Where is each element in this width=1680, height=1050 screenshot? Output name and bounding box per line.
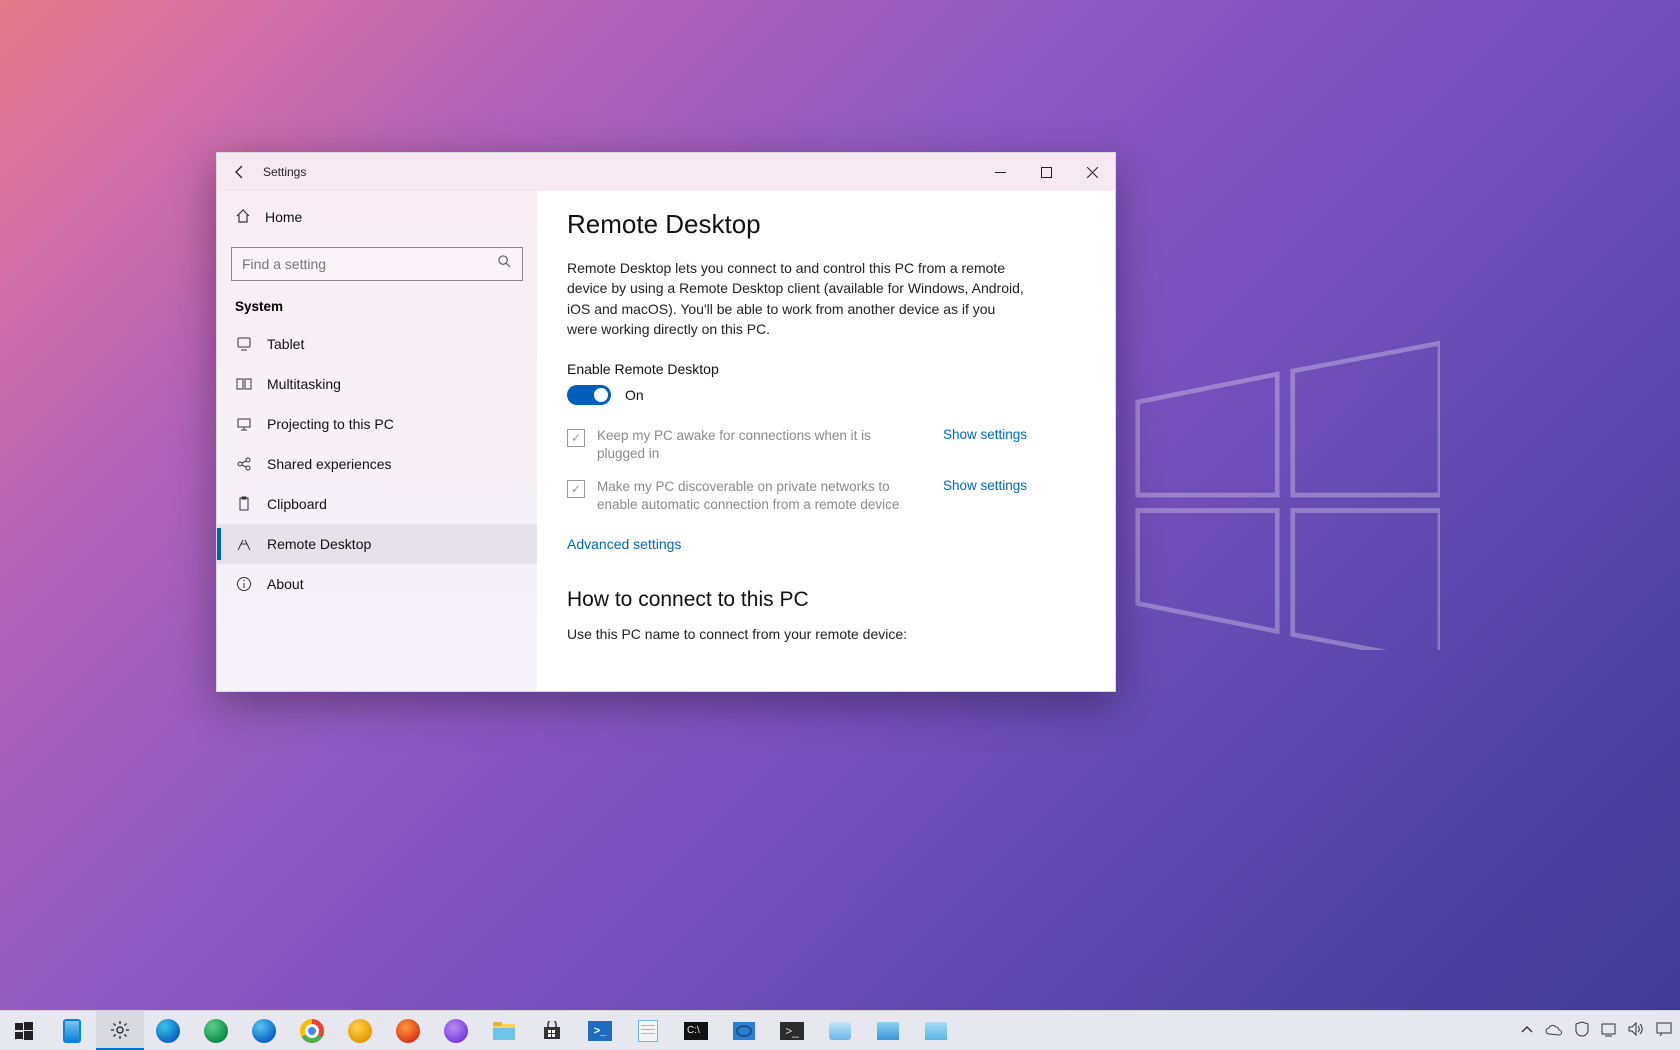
sidebar-item-projecting[interactable]: Projecting to this PC xyxy=(217,404,537,444)
toggle-field-label: Enable Remote Desktop xyxy=(567,361,1085,377)
settings-window: Settings Home xyxy=(216,152,1116,692)
tray-onedrive-icon[interactable] xyxy=(1545,1023,1563,1039)
window-title: Settings xyxy=(263,165,306,179)
keep-awake-checkbox[interactable]: ✓ xyxy=(567,429,585,447)
page-description: Remote Desktop lets you connect to and c… xyxy=(567,258,1027,339)
taskbar-firefox-nightly[interactable] xyxy=(432,1011,480,1050)
tray-chevron-up-icon[interactable] xyxy=(1521,1023,1533,1039)
tray-updates-icon[interactable] xyxy=(1601,1022,1616,1040)
about-icon xyxy=(235,576,253,592)
taskbar-edge-dev[interactable] xyxy=(192,1011,240,1050)
taskbar-store[interactable] xyxy=(528,1011,576,1050)
sidebar-item-multitasking[interactable]: Multitasking xyxy=(217,364,537,404)
sidebar-item-label: Shared experiences xyxy=(267,456,392,472)
taskbar-file-explorer[interactable] xyxy=(480,1011,528,1050)
taskbar-chrome[interactable] xyxy=(288,1011,336,1050)
sidebar-item-remote-desktop[interactable]: Remote Desktop xyxy=(217,524,537,564)
taskbar-chrome-canary[interactable] xyxy=(336,1011,384,1050)
sidebar-item-label: Clipboard xyxy=(267,496,327,512)
advanced-settings-link[interactable]: Advanced settings xyxy=(567,536,681,552)
tray-action-center-icon[interactable] xyxy=(1656,1022,1672,1039)
how-to-connect-text: Use this PC name to connect from your re… xyxy=(567,626,1085,642)
content-pane: Remote Desktop Remote Desktop lets you c… xyxy=(537,191,1115,691)
clipboard-icon xyxy=(235,496,253,512)
search-icon xyxy=(497,254,512,274)
taskbar-app-generic-3[interactable] xyxy=(912,1011,960,1050)
toggle-state-label: On xyxy=(625,387,644,403)
taskbar-edge-canary[interactable] xyxy=(240,1011,288,1050)
how-to-connect-header: How to connect to this PC xyxy=(567,588,1085,612)
taskbar-powershell[interactable]: >_ xyxy=(576,1011,624,1050)
page-title: Remote Desktop xyxy=(567,209,1085,240)
keep-awake-label: Keep my PC awake for connections when it… xyxy=(597,427,919,463)
sidebar: Home System Tablet Multitasking Projecti… xyxy=(217,191,537,691)
projecting-icon xyxy=(235,416,253,432)
sidebar-item-shared[interactable]: Shared experiences xyxy=(217,444,537,484)
sidebar-item-label: Tablet xyxy=(267,336,304,352)
sidebar-item-about[interactable]: About xyxy=(217,564,537,604)
taskbar-app-generic-2[interactable] xyxy=(864,1011,912,1050)
taskbar-photos[interactable] xyxy=(720,1011,768,1050)
taskbar-firefox[interactable] xyxy=(384,1011,432,1050)
taskbar-edge[interactable] xyxy=(144,1011,192,1050)
system-tray xyxy=(1521,1011,1680,1050)
sidebar-home-label: Home xyxy=(265,209,302,225)
maximize-button[interactable] xyxy=(1023,153,1069,191)
tablet-icon xyxy=(235,336,253,352)
keep-awake-show-settings-link[interactable]: Show settings xyxy=(943,427,1027,442)
titlebar[interactable]: Settings xyxy=(217,153,1115,191)
sidebar-home[interactable]: Home xyxy=(217,197,537,237)
close-button[interactable] xyxy=(1069,153,1115,191)
taskbar-settings[interactable] xyxy=(96,1011,144,1050)
taskbar-cortana[interactable] xyxy=(48,1011,96,1050)
taskbar-cmd[interactable]: C:\ xyxy=(672,1011,720,1050)
multitasking-icon xyxy=(235,376,253,392)
tray-defender-icon[interactable] xyxy=(1575,1021,1589,1040)
sidebar-item-label: About xyxy=(267,576,304,592)
enable-remote-desktop-toggle[interactable] xyxy=(567,385,611,405)
taskbar: >_ C:\ >_ xyxy=(0,1010,1680,1050)
discoverable-show-settings-link[interactable]: Show settings xyxy=(943,478,1027,493)
minimize-button[interactable] xyxy=(977,153,1023,191)
back-button[interactable] xyxy=(217,153,263,191)
home-icon xyxy=(235,208,251,227)
sidebar-item-label: Remote Desktop xyxy=(267,536,371,552)
discoverable-checkbox[interactable]: ✓ xyxy=(567,480,585,498)
sidebar-category: System xyxy=(217,295,537,324)
taskbar-terminal[interactable]: >_ xyxy=(768,1011,816,1050)
taskbar-app-generic-1[interactable] xyxy=(816,1011,864,1050)
search-box[interactable] xyxy=(231,247,523,281)
remote-desktop-icon xyxy=(235,536,253,552)
start-button[interactable] xyxy=(0,1011,48,1050)
search-input[interactable] xyxy=(242,256,497,272)
discoverable-label: Make my PC discoverable on private netwo… xyxy=(597,478,919,514)
windows-logo-wallpaper xyxy=(1130,340,1440,650)
sidebar-item-label: Projecting to this PC xyxy=(267,416,394,432)
shared-icon xyxy=(235,456,253,472)
sidebar-item-clipboard[interactable]: Clipboard xyxy=(217,484,537,524)
sidebar-item-tablet[interactable]: Tablet xyxy=(217,324,537,364)
sidebar-item-label: Multitasking xyxy=(267,376,341,392)
tray-volume-icon[interactable] xyxy=(1628,1022,1644,1039)
taskbar-notepad[interactable] xyxy=(624,1011,672,1050)
